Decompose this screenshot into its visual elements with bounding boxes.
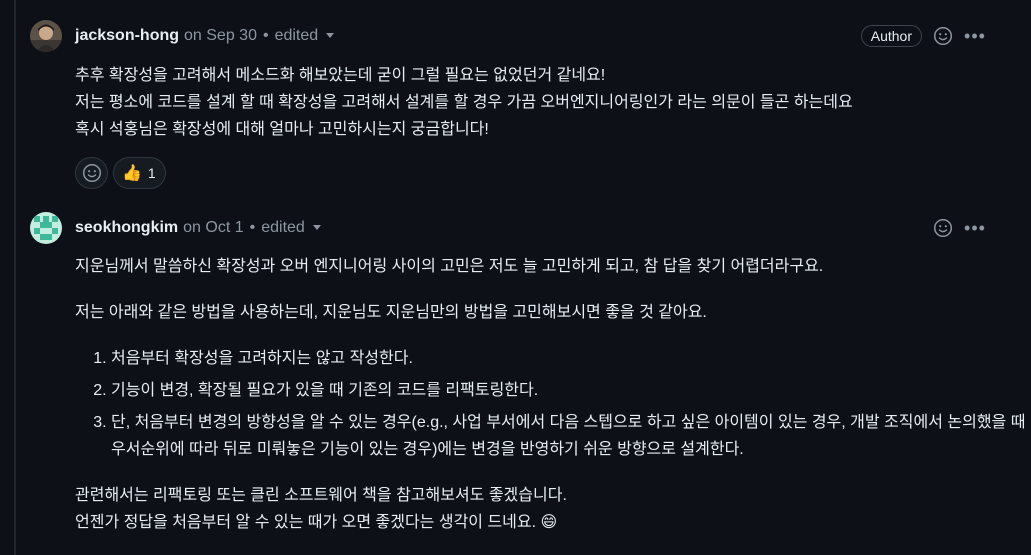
body-paragraph: 언젠가 정답을 처음부터 알 수 있는 때가 오면 좋겠다는 생각이 드네요. … <box>75 509 1031 536</box>
reaction-count: 1 <box>147 165 156 181</box>
avatar[interactable] <box>30 212 62 244</box>
body-line: 추후 확장성을 고려해서 메소드화 해보았는데 굳이 그럴 필요는 없었던거 같… <box>75 67 606 84</box>
body-paragraph: 지운님께서 말씀하신 확장성과 오버 엔지니어링 사이의 고민은 저도 늘 고민… <box>75 258 824 275</box>
separator-dot: • <box>249 219 256 236</box>
thumbs-up-emoji: 👍 <box>122 165 142 182</box>
smiley-icon[interactable] <box>932 25 954 47</box>
author-badge: Author <box>860 25 922 47</box>
edited-label[interactable]: edited <box>275 27 319 44</box>
add-reaction-button[interactable] <box>75 157 108 189</box>
timestamp[interactable]: on Oct 1 <box>183 219 243 236</box>
list-item: 단, 처음부터 변경의 방향성을 알 수 있는 경우(e.g., 사업 부서에서… <box>111 409 1031 463</box>
comment-jackson-hong: jackson-hong on Sep 30 • edited Author •••… <box>30 20 1031 189</box>
closing-text: 언젠가 정답을 처음부터 알 수 있는 때가 오면 좋겠다는 생각이 드네요. <box>75 514 537 531</box>
caret-down-icon[interactable] <box>312 225 321 231</box>
comment-header: seokhongkim on Oct 1 • edited ••• <box>30 212 1031 244</box>
edited-label[interactable]: edited <box>261 219 305 236</box>
avatar[interactable] <box>30 20 62 52</box>
timeline-rail <box>14 0 16 555</box>
kebab-icon[interactable]: ••• <box>964 217 986 239</box>
body-line: 혹시 석홍님은 확장성에 대해 얼마나 고민하시는지 궁금합니다! <box>75 121 489 138</box>
caret-down-icon[interactable] <box>326 33 335 39</box>
separator-dot: • <box>262 27 269 44</box>
author-name[interactable]: jackson-hong <box>75 27 179 45</box>
comment-body: 추후 확장성을 고려해서 메소드화 해보았는데 굳이 그럴 필요는 없었던거 같… <box>75 62 1031 143</box>
list-item: 기능이 변경, 확장될 필요가 있을 때 기존의 코드를 리팩토링한다. <box>111 377 1031 404</box>
smiley-icon <box>82 163 101 183</box>
smiley-icon[interactable] <box>932 217 954 239</box>
kebab-icon[interactable]: ••• <box>964 25 986 47</box>
comment-actions: ••• <box>932 212 986 244</box>
list-item: 처음부터 확장성을 고려하지는 않고 작성한다. <box>111 345 1031 372</box>
comment-seokhongkim: seokhongkim on Oct 1 • edited ••• 지운님께서 말씀… <box>30 212 1031 536</box>
body-paragraph: 저는 아래와 같은 방법을 사용하는데, 지운님도 지운님만의 방법을 고민해보… <box>75 304 707 321</box>
reactions-bar: 👍 1 <box>75 157 1031 189</box>
comment-meta: on Oct 1 • edited <box>183 219 321 237</box>
comment-header: jackson-hong on Sep 30 • edited Author ••• <box>30 20 1031 52</box>
ordered-list: 처음부터 확장성을 고려하지는 않고 작성한다. 기능이 변경, 확장될 필요가… <box>75 345 1031 463</box>
grinning-emoji: 😄 <box>540 514 558 531</box>
timestamp[interactable]: on Sep 30 <box>184 27 257 44</box>
body-line: 저는 평소에 코드를 설계 할 때 확장성을 고려해서 설계를 할 경우 가끔 … <box>75 94 853 111</box>
comment-actions: Author ••• <box>860 20 986 52</box>
comment-body: 지운님께서 말씀하신 확장성과 오버 엔지니어링 사이의 고민은 저도 늘 고민… <box>75 253 1031 536</box>
author-name[interactable]: seokhongkim <box>75 219 178 237</box>
body-paragraph: 관련해서는 리팩토링 또는 클린 소프트웨어 책을 참고해보셔도 좋겠습니다. <box>75 487 567 504</box>
comment-meta: on Sep 30 • edited <box>184 27 335 45</box>
thumbs-up-reaction-button[interactable]: 👍 1 <box>113 157 166 189</box>
